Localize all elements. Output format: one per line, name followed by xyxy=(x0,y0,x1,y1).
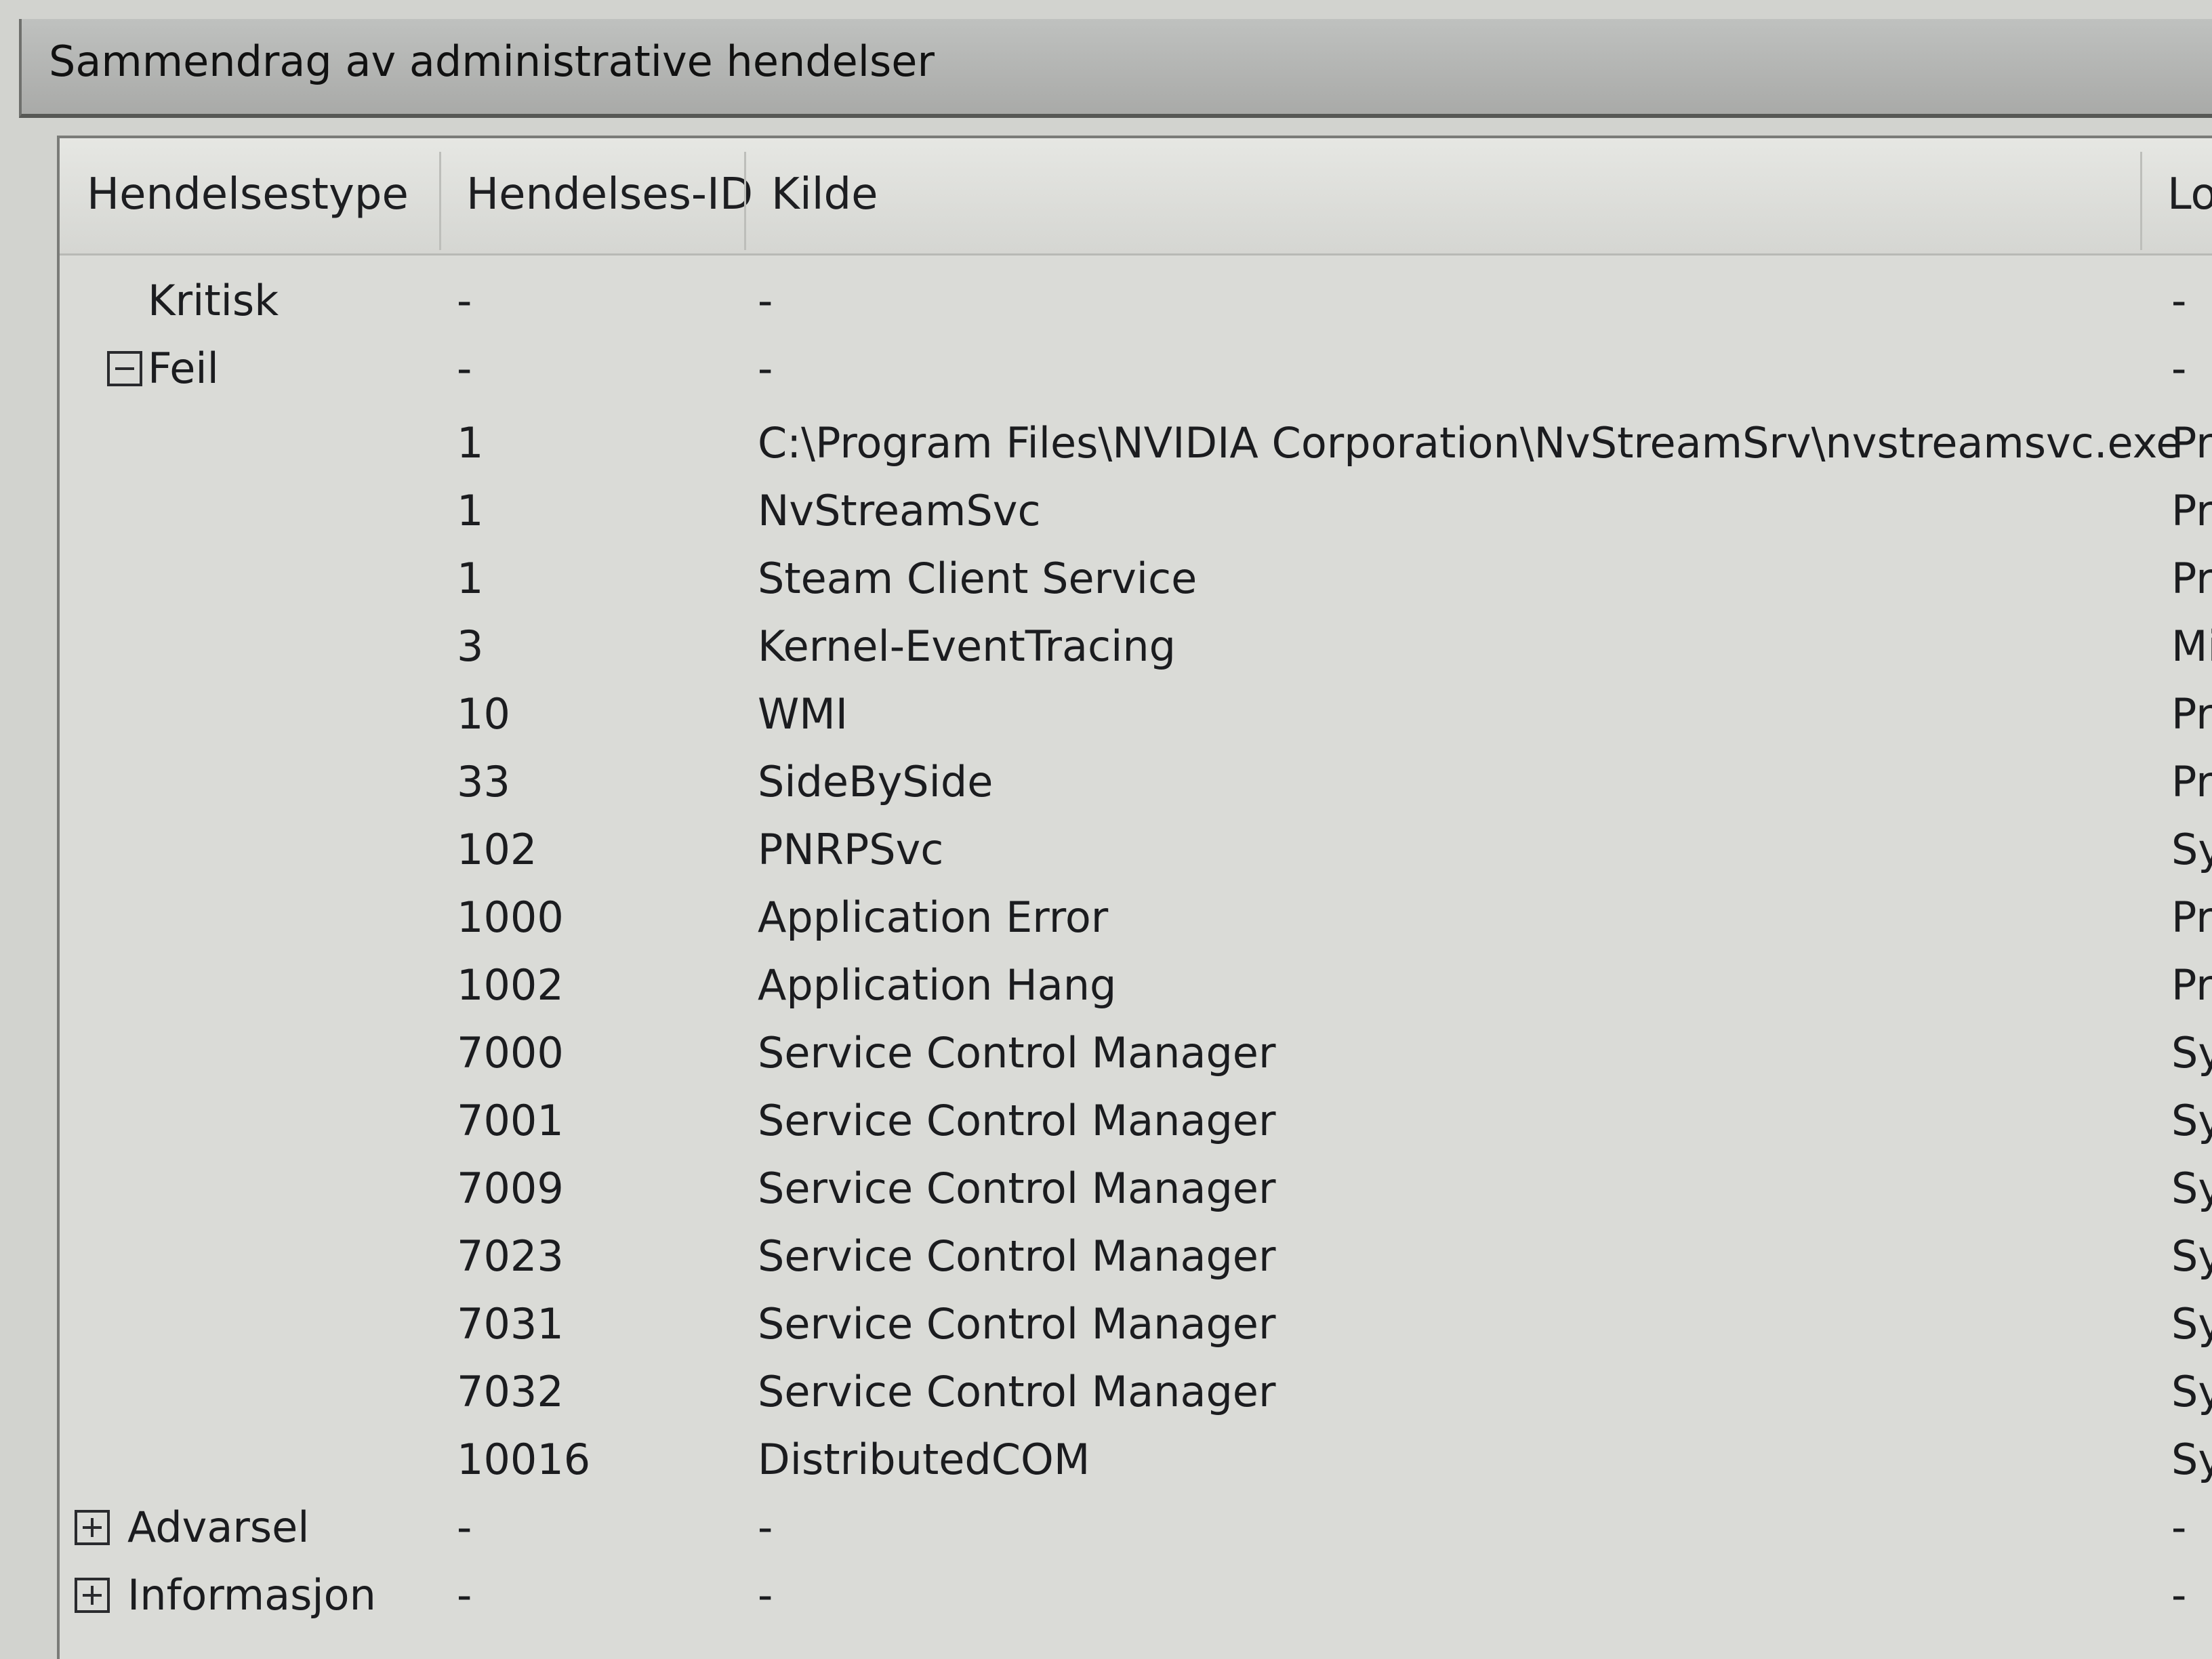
source-cell: Kernel-EventTracing xyxy=(758,621,1176,671)
column-header-event-id[interactable]: Hendelses-ID xyxy=(466,169,753,220)
log-cell: Sys xyxy=(2171,1096,2212,1145)
event-id-cell: 7000 xyxy=(457,1028,564,1078)
log-cell: Pro xyxy=(2171,418,2212,468)
event-type-cell: Advarsel xyxy=(127,1502,310,1552)
source-cell: Application Error xyxy=(758,893,1109,942)
window-titlebar: Sammendrag av administrative hendelser xyxy=(19,19,2212,118)
column-header-event-type[interactable]: Hendelsestype xyxy=(87,169,409,220)
column-divider[interactable] xyxy=(744,152,746,250)
table-row[interactable]: 1 NvStreamSvc Pro xyxy=(60,477,2212,545)
column-header-source[interactable]: Kilde xyxy=(771,169,878,220)
log-cell: Pro xyxy=(2171,960,2212,1010)
source-cell: WMI xyxy=(758,689,848,739)
log-cell: Syst xyxy=(2171,1299,2212,1349)
log-cell: Mi xyxy=(2171,621,2212,671)
table-row[interactable]: 7031 Service Control Manager Syst xyxy=(60,1290,2212,1358)
log-cell: - xyxy=(2171,276,2187,325)
table-row[interactable]: 7009 Service Control Manager Sys xyxy=(60,1155,2212,1223)
table-row-kritisk[interactable]: Kritisk - - - xyxy=(60,267,2212,335)
event-id-cell: 7031 xyxy=(457,1299,564,1349)
event-id-cell: 33 xyxy=(457,757,510,806)
event-id-cell: 7023 xyxy=(457,1231,564,1281)
table-row[interactable]: 7000 Service Control Manager Sys xyxy=(60,1019,2212,1087)
log-cell: Sys xyxy=(2171,1164,2212,1213)
event-type-cell: Kritisk xyxy=(148,276,279,325)
table-row[interactable]: 10016 DistributedCOM Syst xyxy=(60,1426,2212,1494)
source-cell: PNRPSvc xyxy=(758,825,944,874)
event-id-cell: - xyxy=(457,1502,472,1552)
source-cell: SideBySide xyxy=(758,757,994,806)
event-id-cell: 10016 xyxy=(457,1435,591,1484)
collapse-icon[interactable] xyxy=(107,351,142,386)
source-cell: - xyxy=(758,276,773,325)
log-cell: Pro xyxy=(2171,893,2212,942)
source-cell: NvStreamSvc xyxy=(758,486,1041,535)
event-summary-table: Hendelsestype Hendelses-ID Kilde Lo Krit… xyxy=(57,136,2212,1659)
source-cell: Service Control Manager xyxy=(758,1367,1276,1416)
source-cell: Service Control Manager xyxy=(758,1231,1276,1281)
log-cell: Syst xyxy=(2171,1435,2212,1484)
table-header: Hendelsestype Hendelses-ID Kilde Lo xyxy=(60,138,2212,255)
event-id-cell: - xyxy=(457,344,472,393)
table-row[interactable]: 7032 Service Control Manager Syst xyxy=(60,1358,2212,1426)
table-row[interactable]: 1002 Application Hang Pro xyxy=(60,951,2212,1019)
event-id-cell: 3 xyxy=(457,621,484,671)
source-cell: - xyxy=(758,344,773,393)
source-cell: C:\Program Files\NVIDIA Corporation\NvSt… xyxy=(758,418,2182,468)
event-id-cell: 102 xyxy=(457,825,537,874)
log-cell: Pro xyxy=(2171,689,2212,739)
table-row[interactable]: 7001 Service Control Manager Sys xyxy=(60,1087,2212,1155)
event-id-cell: 10 xyxy=(457,689,510,739)
log-cell: - xyxy=(2171,1570,2187,1620)
table-row[interactable]: 1 Steam Client Service Pro xyxy=(60,545,2212,613)
column-divider[interactable] xyxy=(2140,152,2142,250)
event-id-cell: 1 xyxy=(457,486,484,535)
event-id-cell: - xyxy=(457,1570,472,1620)
source-cell: Steam Client Service xyxy=(758,554,1197,603)
log-cell: - xyxy=(2171,344,2187,393)
log-cell: Pro xyxy=(2171,486,2212,535)
table-row-informasjon[interactable]: Informasjon - - - xyxy=(60,1561,2212,1629)
column-divider[interactable] xyxy=(439,152,441,250)
event-id-cell: 1002 xyxy=(457,960,564,1010)
table-row[interactable]: 7023 Service Control Manager Syst xyxy=(60,1223,2212,1290)
event-id-cell: 7032 xyxy=(457,1367,564,1416)
event-id-cell: 7001 xyxy=(457,1096,564,1145)
source-cell: - xyxy=(758,1570,773,1620)
log-cell: Pro xyxy=(2171,554,2212,603)
table-row-advarsel[interactable]: Advarsel - - - xyxy=(60,1494,2212,1561)
table-row[interactable]: 33 SideBySide Pro xyxy=(60,748,2212,816)
table-row[interactable]: 3 Kernel-EventTracing Mi xyxy=(60,613,2212,680)
expand-icon[interactable] xyxy=(75,1578,110,1613)
table-row-feil[interactable]: Feil - - - xyxy=(60,335,2212,403)
event-id-cell: - xyxy=(457,276,472,325)
source-cell: - xyxy=(758,1502,773,1552)
table-row[interactable]: 10 WMI Pro xyxy=(60,680,2212,748)
event-id-cell: 1000 xyxy=(457,893,564,942)
event-id-cell: 1 xyxy=(457,554,484,603)
event-type-cell: Informasjon xyxy=(127,1570,376,1620)
table-row[interactable]: 102 PNRPSvc Sys xyxy=(60,816,2212,884)
log-cell: Pro xyxy=(2171,757,2212,806)
log-cell: Sys xyxy=(2171,825,2212,874)
table-row[interactable]: 1 C:\Program Files\NVIDIA Corporation\Nv… xyxy=(60,409,2212,477)
source-cell: Service Control Manager xyxy=(758,1028,1276,1078)
event-type-cell: Feil xyxy=(148,344,219,393)
event-id-cell: 7009 xyxy=(457,1164,564,1213)
column-header-log[interactable]: Lo xyxy=(2167,169,2212,220)
event-id-cell: 1 xyxy=(457,418,484,468)
window-title: Sammendrag av administrative hendelser xyxy=(49,37,935,86)
log-cell: Syst xyxy=(2171,1367,2212,1416)
source-cell: DistributedCOM xyxy=(758,1435,1090,1484)
log-cell: - xyxy=(2171,1502,2187,1552)
source-cell: Service Control Manager xyxy=(758,1299,1276,1349)
source-cell: Application Hang xyxy=(758,960,1117,1010)
log-cell: Syst xyxy=(2171,1231,2212,1281)
expand-icon[interactable] xyxy=(75,1510,110,1545)
log-cell: Sys xyxy=(2171,1028,2212,1078)
source-cell: Service Control Manager xyxy=(758,1164,1276,1213)
source-cell: Service Control Manager xyxy=(758,1096,1276,1145)
table-row[interactable]: 1000 Application Error Pro xyxy=(60,884,2212,951)
